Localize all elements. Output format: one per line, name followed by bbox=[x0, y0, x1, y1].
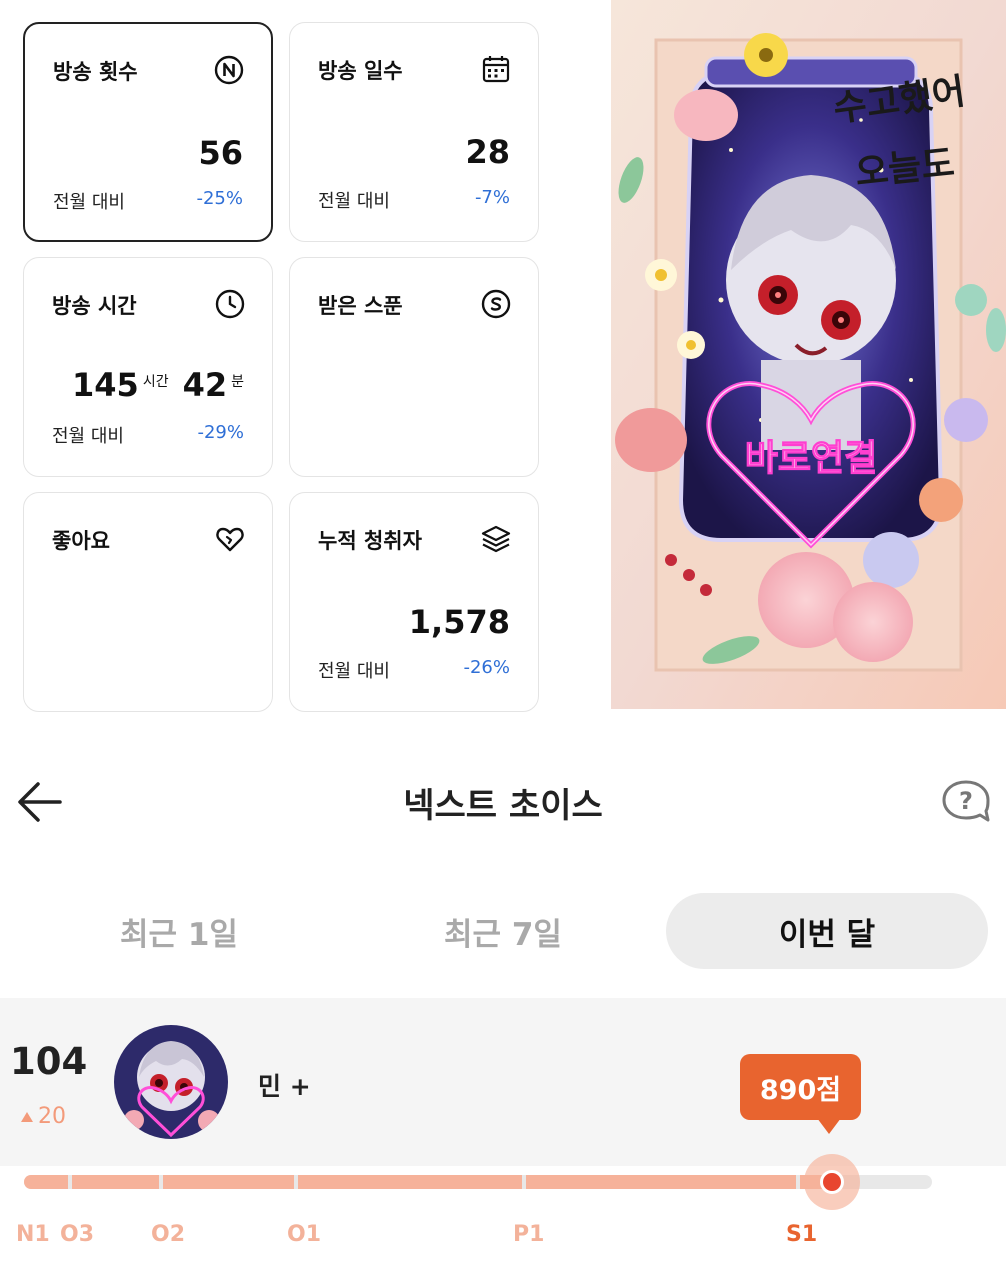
stat-card-likes[interactable]: 좋아요 bbox=[23, 492, 273, 712]
tab-last-1-day[interactable]: 최근 1일 bbox=[18, 893, 340, 969]
stat-card-broadcast-time[interactable]: 방송 시간 145 시간 42 분 전월 대비 -29% bbox=[23, 257, 273, 477]
card-title: 방송 횟수 bbox=[53, 60, 138, 84]
card-delta: -7% bbox=[474, 187, 510, 208]
tier-label-p1: P1 bbox=[513, 1222, 545, 1247]
card-compare-label: 전월 대비 bbox=[318, 661, 390, 682]
progress-knob bbox=[820, 1170, 844, 1194]
stat-card-received-spoons[interactable]: 받은 스푼 bbox=[289, 257, 539, 477]
artwork-sign-text: 바로연결 bbox=[745, 438, 877, 479]
progress-segment bbox=[526, 1175, 796, 1189]
user-name[interactable]: 민 + bbox=[258, 1067, 311, 1103]
tier-label-o1: O1 bbox=[287, 1222, 322, 1247]
card-compare-label: 전월 대비 bbox=[52, 426, 124, 447]
score-bubble: 890점 bbox=[740, 1054, 861, 1120]
card-title: 방송 시간 bbox=[52, 294, 137, 318]
card-title: 방송 일수 bbox=[318, 59, 403, 83]
tier-label-o2: O2 bbox=[151, 1222, 186, 1247]
tab-last-7-days[interactable]: 최근 7일 bbox=[342, 893, 664, 969]
triangle-up-icon bbox=[21, 1111, 33, 1122]
tier-label-s1: S1 bbox=[786, 1222, 818, 1247]
card-title: 받은 스푼 bbox=[318, 294, 403, 318]
tier-label-n1: N1 bbox=[16, 1222, 50, 1247]
card-compare-label: 전월 대비 bbox=[53, 192, 125, 213]
n-circle-icon bbox=[214, 55, 244, 85]
progress-segment bbox=[163, 1175, 294, 1189]
progress-segment bbox=[24, 1175, 68, 1189]
spoon-coin-icon bbox=[481, 289, 511, 319]
hours-unit: 시간 bbox=[142, 374, 169, 390]
score-bubble-pointer bbox=[817, 1118, 841, 1134]
avatar-image bbox=[114, 1025, 228, 1139]
clock-icon bbox=[215, 289, 245, 319]
page-title: 넥스트 초이스 bbox=[403, 786, 603, 826]
minutes-unit: 분 bbox=[231, 374, 244, 390]
stat-card-broadcast-days[interactable]: 방송 일수 28 전월 대비 -7% bbox=[289, 22, 539, 242]
card-title: 누적 청취자 bbox=[318, 529, 422, 553]
card-compare-label: 전월 대비 bbox=[318, 191, 390, 212]
card-delta: -26% bbox=[463, 657, 510, 678]
svg-text:?: ? bbox=[959, 787, 973, 815]
tier-label-o3: O3 bbox=[60, 1222, 95, 1247]
broadcast-time-value: 145 시간 42 분 bbox=[72, 366, 244, 404]
rank-change: 20 bbox=[20, 1104, 66, 1129]
card-title: 좋아요 bbox=[52, 529, 110, 553]
tab-this-month[interactable]: 이번 달 bbox=[666, 893, 988, 969]
card-value: 1,578 bbox=[408, 603, 510, 641]
card-value: 56 bbox=[198, 134, 243, 172]
help-bubble-icon[interactable]: ? bbox=[940, 778, 992, 826]
heart-icon bbox=[216, 527, 244, 552]
rank-number: 104 bbox=[10, 1040, 88, 1083]
calendar-icon bbox=[482, 56, 510, 83]
stat-card-broadcast-count[interactable]: 방송 횟수 56 전월 대비 -25% bbox=[23, 22, 273, 242]
card-delta: -29% bbox=[197, 422, 244, 443]
avatar[interactable] bbox=[114, 1025, 228, 1139]
rank-change-value: 20 bbox=[38, 1104, 66, 1129]
hours-value: 145 bbox=[72, 366, 139, 404]
layers-icon bbox=[481, 525, 511, 553]
card-value: 28 bbox=[465, 133, 510, 171]
stat-card-total-listeners[interactable]: 누적 청취자 1,578 전월 대비 -26% bbox=[289, 492, 539, 712]
stream-cover-artwork: 바로연결 수고했어 오늘도 bbox=[611, 0, 1006, 709]
progress-segment bbox=[72, 1175, 159, 1189]
card-delta: -25% bbox=[196, 188, 243, 209]
progress-segment bbox=[298, 1175, 522, 1189]
minutes-value: 42 bbox=[182, 366, 228, 404]
artwork-illustration: 바로연결 수고했어 오늘도 bbox=[611, 0, 1006, 709]
